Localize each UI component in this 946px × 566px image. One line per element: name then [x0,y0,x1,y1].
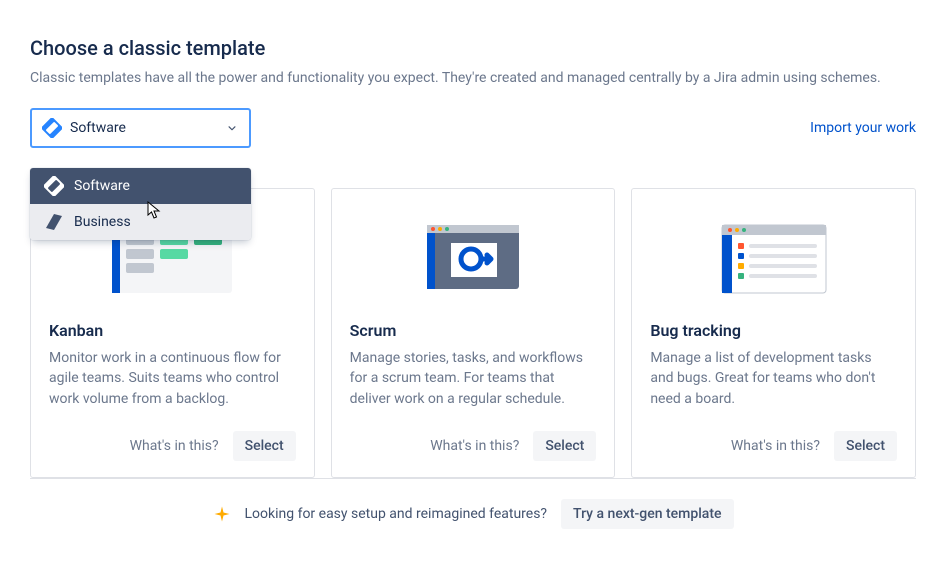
footer-prompt: Looking for easy setup and reimagined fe… [245,506,548,522]
card-title: Kanban [49,321,296,340]
software-icon [44,176,64,196]
card-title: Scrum [350,321,597,340]
template-type-selected-label: Software [70,120,126,136]
scrum-illustration [350,213,597,301]
try-next-gen-button[interactable]: Try a next-gen template [561,499,733,529]
dropdown-option-label: Software [74,178,130,194]
whats-in-this-link[interactable]: What's in this? [130,438,219,454]
select-button[interactable]: Select [533,431,596,461]
dropdown-option-software[interactable]: Software [30,168,251,204]
card-description: Manage stories, tasks, and workflows for… [350,348,597,409]
bug-tracking-illustration [650,213,897,301]
chevron-down-icon [225,121,239,135]
template-card-bug-tracking: Bug tracking Manage a list of developmen… [631,188,916,478]
template-card-scrum: Scrum Manage stories, tasks, and workflo… [331,188,616,478]
dropdown-option-business[interactable]: Business [30,204,251,240]
page-title: Choose a classic template [30,36,916,60]
page-description: Classic templates have all the power and… [30,70,916,86]
business-icon [44,212,64,232]
sparkle-icon [213,505,231,523]
template-type-select[interactable]: Software [30,108,251,148]
select-button[interactable]: Select [834,431,897,461]
whats-in-this-link[interactable]: What's in this? [731,438,820,454]
template-type-dropdown: Software Business [30,168,251,240]
software-icon [42,118,62,138]
whats-in-this-link[interactable]: What's in this? [430,438,519,454]
select-button[interactable]: Select [233,431,296,461]
card-description: Monitor work in a continuous flow for ag… [49,348,296,409]
dropdown-option-label: Business [74,214,131,230]
card-title: Bug tracking [650,321,897,340]
card-description: Manage a list of development tasks and b… [650,348,897,409]
import-your-work-link[interactable]: Import your work [810,120,916,136]
